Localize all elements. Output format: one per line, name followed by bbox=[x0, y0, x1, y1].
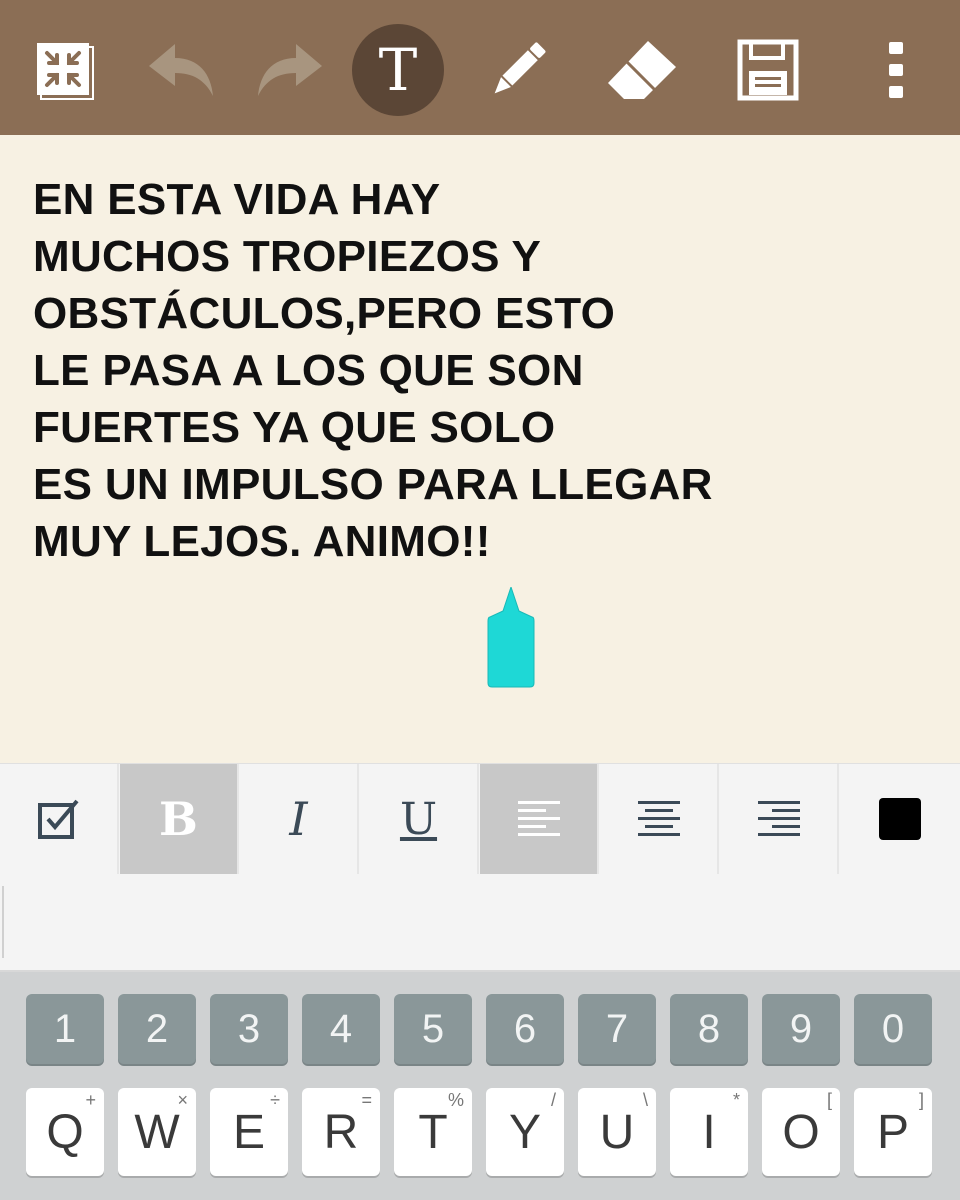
bold-button[interactable]: B bbox=[120, 764, 239, 874]
key-i[interactable]: I * bbox=[670, 1088, 748, 1176]
align-right-button[interactable] bbox=[720, 764, 839, 874]
more-options-button[interactable] bbox=[848, 22, 944, 118]
key-symbol: = bbox=[361, 1090, 372, 1110]
suggestion-strip[interactable] bbox=[0, 874, 960, 972]
key-e[interactable]: E ÷ bbox=[210, 1088, 288, 1176]
key-4[interactable]: 4 bbox=[302, 994, 380, 1064]
key-8[interactable]: 8 bbox=[670, 994, 748, 1064]
key-symbol: [ bbox=[826, 1090, 832, 1110]
key-y[interactable]: Y / bbox=[486, 1088, 564, 1176]
pen-button[interactable] bbox=[470, 22, 566, 118]
key-t[interactable]: T% bbox=[394, 1088, 472, 1176]
key-symbol: * bbox=[732, 1090, 740, 1110]
italic-icon: I bbox=[289, 792, 308, 846]
key-1[interactable]: 1 bbox=[26, 994, 104, 1064]
checklist-button[interactable] bbox=[0, 764, 119, 874]
text-tool-active-indicator: T bbox=[352, 24, 444, 116]
underline-icon: U bbox=[399, 793, 438, 845]
key-label: P bbox=[876, 1105, 909, 1159]
note-editor[interactable]: EN ESTA VIDA HAY MUCHOS TROPIEZOS Y OBST… bbox=[0, 135, 960, 763]
key-label: R bbox=[323, 1105, 359, 1159]
key-label: Q bbox=[46, 1105, 84, 1159]
key-5[interactable]: 5 bbox=[394, 994, 472, 1064]
italic-button[interactable]: I bbox=[240, 764, 359, 874]
key-label: Y bbox=[508, 1105, 541, 1159]
eraser-button[interactable] bbox=[594, 22, 690, 118]
key-6[interactable]: 6 bbox=[486, 994, 564, 1064]
save-icon bbox=[737, 39, 799, 101]
key-u[interactable]: U \ bbox=[578, 1088, 656, 1176]
color-swatch bbox=[878, 798, 921, 840]
key-r[interactable]: R = bbox=[302, 1088, 380, 1176]
key-label: I bbox=[702, 1105, 716, 1159]
key-symbol: ÷ bbox=[270, 1090, 280, 1110]
redo-icon bbox=[258, 44, 322, 96]
key-o[interactable]: O[ bbox=[762, 1088, 840, 1176]
bold-icon: B bbox=[159, 792, 198, 846]
note-line: ES UN IMPULSO PARA LLEGAR bbox=[33, 460, 713, 509]
align-right-icon bbox=[757, 801, 800, 836]
key-2[interactable]: 2 bbox=[118, 994, 196, 1064]
key-symbol: / bbox=[550, 1090, 556, 1110]
key-q[interactable]: Q + bbox=[26, 1088, 104, 1176]
align-center-button[interactable] bbox=[600, 764, 719, 874]
format-toolbar: B I U bbox=[0, 763, 960, 875]
top-toolbar: T bbox=[0, 0, 960, 135]
key-7[interactable]: 7 bbox=[578, 994, 656, 1064]
more-vert-icon bbox=[889, 42, 903, 98]
note-line: FUERTES YA QUE SOLO bbox=[33, 403, 556, 452]
key-p[interactable]: P] bbox=[854, 1088, 932, 1176]
text-tool-icon: T bbox=[378, 36, 418, 104]
note-line: OBSTÁCULOS,PERO ESTO bbox=[33, 289, 616, 338]
pen-icon bbox=[494, 42, 546, 94]
note-line: MUCHOS TROPIEZOS Y bbox=[33, 232, 542, 281]
align-left-button[interactable] bbox=[480, 764, 599, 874]
redo-button[interactable] bbox=[242, 22, 338, 118]
key-0[interactable]: 0 bbox=[854, 994, 932, 1064]
key-label: O bbox=[782, 1105, 820, 1159]
key-label: T bbox=[418, 1105, 448, 1159]
collapse-icon bbox=[37, 43, 94, 100]
align-left-icon bbox=[517, 801, 560, 836]
undo-icon bbox=[149, 44, 213, 96]
eraser-icon bbox=[608, 41, 676, 99]
key-label: E bbox=[232, 1105, 265, 1159]
key-9[interactable]: 9 bbox=[762, 994, 840, 1064]
text-cursor-handle[interactable] bbox=[486, 587, 536, 689]
note-line: MUY LEJOS. ANIMO!! bbox=[33, 517, 491, 566]
key-w[interactable]: W × bbox=[118, 1088, 196, 1176]
text-color-button[interactable] bbox=[840, 764, 959, 874]
key-label: W bbox=[134, 1105, 180, 1159]
collapse-button[interactable] bbox=[16, 22, 112, 118]
keyboard: 1 2 3 4 5 6 7 8 9 0 Q + W × E ÷ R = T% Y / U \… bbox=[0, 972, 960, 1200]
align-center-icon bbox=[637, 801, 680, 836]
strip-divider bbox=[2, 886, 4, 958]
key-symbol: + bbox=[85, 1090, 96, 1110]
key-symbol: \ bbox=[642, 1090, 648, 1110]
text-tool-button[interactable]: T bbox=[350, 22, 446, 118]
save-button[interactable] bbox=[720, 22, 816, 118]
undo-button[interactable] bbox=[133, 22, 229, 118]
note-line: EN ESTA VIDA HAY bbox=[33, 175, 441, 224]
key-symbol: % bbox=[447, 1090, 464, 1110]
key-symbol: ] bbox=[918, 1090, 924, 1110]
key-label: U bbox=[599, 1105, 635, 1159]
note-text[interactable]: EN ESTA VIDA HAY MUCHOS TROPIEZOS Y OBST… bbox=[33, 171, 913, 570]
key-symbol: × bbox=[177, 1090, 188, 1110]
underline-button[interactable]: U bbox=[360, 764, 479, 874]
checkbox-icon bbox=[37, 799, 79, 839]
note-line: LE PASA A LOS QUE SON bbox=[33, 346, 584, 395]
key-3[interactable]: 3 bbox=[210, 994, 288, 1064]
